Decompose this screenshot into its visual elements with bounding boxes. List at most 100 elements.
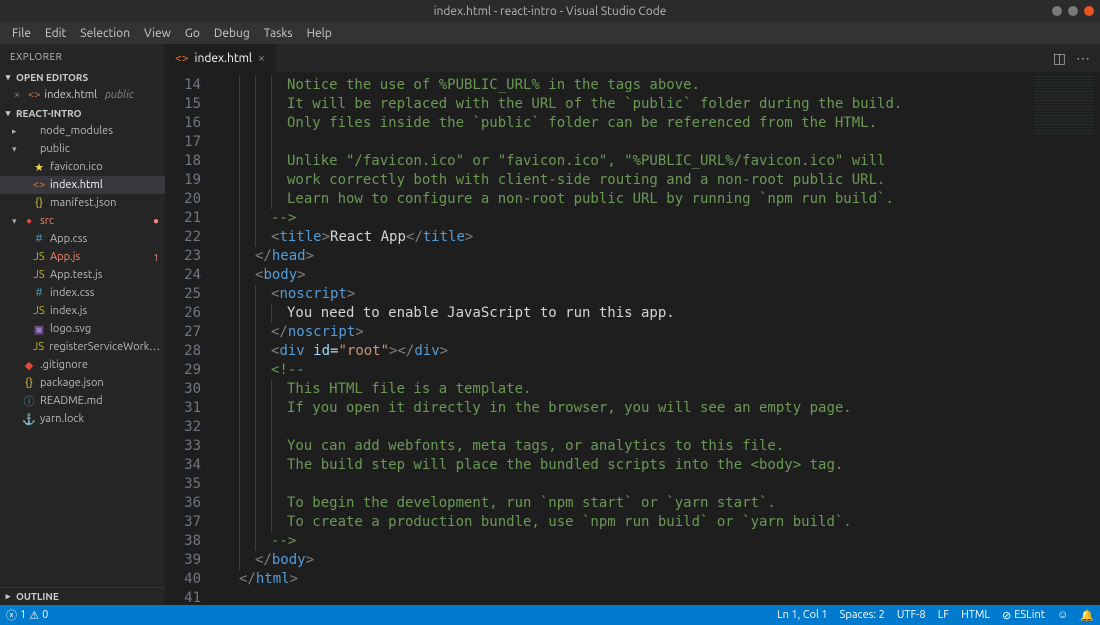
file-yarn-lock[interactable]: ⚓yarn.lock bbox=[0, 410, 165, 428]
chevron-right-icon: ▸ bbox=[4, 591, 12, 602]
tree-item-label: favicon.ico bbox=[50, 161, 103, 173]
ic-svg-icon: ▣ bbox=[32, 323, 46, 336]
explorer-sidebar: EXPLORER ▾ OPEN EDITORS × <> index.html … bbox=[0, 44, 165, 605]
window-minimize-icon[interactable] bbox=[1052, 6, 1062, 16]
chevron-right-icon: ▸ bbox=[12, 126, 22, 137]
outline-section[interactable]: ▸ OUTLINE bbox=[0, 587, 165, 605]
window-title: index.html - react-intro - Visual Studio… bbox=[434, 5, 667, 18]
file-index-js[interactable]: JS index.js bbox=[0, 302, 165, 320]
tree-item-label: logo.svg bbox=[50, 323, 91, 335]
tree-item-label: App.css bbox=[50, 233, 87, 245]
close-icon[interactable]: × bbox=[258, 52, 265, 65]
editor-group: <> index.html × ◫ ⋯ 14151617181920212223… bbox=[165, 44, 1100, 605]
file-registerserviceworker-js[interactable]: JSregisterServiceWorker.js bbox=[0, 338, 165, 356]
titlebar: index.html - react-intro - Visual Studio… bbox=[0, 0, 1100, 22]
tab-index-html[interactable]: <> index.html × bbox=[165, 44, 276, 72]
folder-node_modules[interactable]: ▸ node_modules bbox=[0, 122, 165, 140]
window-controls bbox=[1052, 6, 1094, 16]
tree-item-label: index.css bbox=[50, 287, 94, 299]
file-package-json[interactable]: {} package.json bbox=[0, 374, 165, 392]
ic-js-icon: JS bbox=[32, 269, 46, 281]
warning-icon: ⚠ bbox=[29, 609, 39, 622]
error-badge: 1 bbox=[153, 252, 159, 263]
close-icon[interactable]: × bbox=[14, 89, 24, 101]
file-tree: ▸ node_modules ▾ public ★ favicon.ico <> inde… bbox=[0, 122, 165, 587]
chevron-down-icon: ▾ bbox=[12, 144, 22, 155]
language-mode[interactable]: HTML bbox=[961, 609, 990, 621]
eslint-status[interactable]: ⊘ ESLint bbox=[1002, 609, 1045, 622]
minimap[interactable] bbox=[1030, 72, 1100, 605]
tree-item-label: node_modules bbox=[40, 125, 113, 137]
split-editor-icon[interactable]: ◫ bbox=[1053, 50, 1066, 67]
tree-item-label: App.js bbox=[50, 251, 80, 263]
file-favicon-ico[interactable]: ★ favicon.ico bbox=[0, 158, 165, 176]
project-section[interactable]: ▾ REACT-INTRO bbox=[0, 104, 165, 122]
menu-view[interactable]: View bbox=[138, 25, 177, 42]
notifications-icon[interactable]: 🔔 bbox=[1080, 609, 1094, 622]
cursor-position[interactable]: Ln 1, Col 1 bbox=[777, 609, 828, 621]
menu-go[interactable]: Go bbox=[179, 25, 206, 42]
indentation[interactable]: Spaces: 2 bbox=[840, 609, 885, 621]
open-editors-label: OPEN EDITORS bbox=[16, 72, 88, 83]
minimap-content bbox=[1034, 76, 1094, 136]
tree-item-label: README.md bbox=[40, 395, 103, 407]
line-number-gutter: 1415161718192021222324252627282930313233… bbox=[165, 72, 221, 605]
encoding[interactable]: UTF-8 bbox=[897, 609, 926, 621]
error-count: 1 bbox=[20, 609, 26, 621]
ic-js-icon: JS bbox=[32, 305, 46, 317]
tab-label: index.html bbox=[195, 52, 253, 65]
ic-css-icon: # bbox=[32, 233, 46, 245]
statusbar: ⓧ1 ⚠0 Ln 1, Col 1 Spaces: 2 UTF-8 LF HTM… bbox=[0, 605, 1100, 625]
menu-edit[interactable]: Edit bbox=[39, 25, 72, 42]
folder-src[interactable]: ▾●src● bbox=[0, 212, 165, 230]
file-readme-md[interactable]: ⓘREADME.md bbox=[0, 392, 165, 410]
html-file-icon: <> bbox=[175, 52, 189, 65]
menu-tasks[interactable]: Tasks bbox=[258, 25, 299, 42]
open-editor-item[interactable]: × <> index.html public bbox=[0, 86, 165, 104]
tree-item-label: .gitignore bbox=[40, 359, 88, 371]
open-editors-section[interactable]: ▾ OPEN EDITORS bbox=[0, 68, 165, 86]
ic-json-icon: {} bbox=[22, 377, 36, 389]
block-icon: ⊘ bbox=[1002, 609, 1011, 622]
window-maximize-icon[interactable] bbox=[1068, 6, 1078, 16]
menu-selection[interactable]: Selection bbox=[74, 25, 136, 42]
problems-button[interactable]: ⓧ1 ⚠0 bbox=[6, 607, 48, 623]
ic-src-icon: ● bbox=[22, 215, 36, 227]
window-close-icon[interactable] bbox=[1084, 6, 1094, 16]
explorer-title: EXPLORER bbox=[0, 44, 165, 68]
tree-item-label: public bbox=[40, 143, 70, 155]
eol[interactable]: LF bbox=[938, 609, 949, 621]
tree-item-label: src bbox=[40, 215, 54, 227]
tree-item-label: package.json bbox=[40, 377, 104, 389]
folder-public[interactable]: ▾ public bbox=[0, 140, 165, 158]
tree-item-label: index.js bbox=[50, 305, 87, 317]
file-logo-svg[interactable]: ▣ logo.svg bbox=[0, 320, 165, 338]
warning-count: 0 bbox=[42, 609, 48, 621]
tree-item-label: App.test.js bbox=[50, 269, 102, 281]
menu-help[interactable]: Help bbox=[301, 25, 338, 42]
feedback-icon[interactable]: ☺ bbox=[1057, 609, 1068, 621]
error-icon: ⓧ bbox=[6, 607, 17, 623]
file-app-js[interactable]: JS App.js 1 bbox=[0, 248, 165, 266]
ic-txt-icon: ⚓ bbox=[22, 413, 36, 426]
file-index-css[interactable]: #index.css bbox=[0, 284, 165, 302]
open-editor-path: public bbox=[105, 89, 134, 101]
file-manifest-json[interactable]: {}manifest.json bbox=[0, 194, 165, 212]
ic-json-icon: {} bbox=[32, 197, 46, 209]
code-editor[interactable]: 1415161718192021222324252627282930313233… bbox=[165, 72, 1100, 605]
ic-html-icon: <> bbox=[32, 179, 46, 191]
ic-js-icon: JS bbox=[32, 251, 46, 263]
more-actions-icon[interactable]: ⋯ bbox=[1076, 50, 1090, 67]
file-app-css[interactable]: # App.css bbox=[0, 230, 165, 248]
file-app-test-js[interactable]: JS App.test.js bbox=[0, 266, 165, 284]
ic-star-icon: ★ bbox=[32, 161, 46, 174]
code-content[interactable]: Notice the use of %PUBLIC_URL% in the ta… bbox=[221, 72, 1030, 605]
file--gitignore[interactable]: ◆.gitignore bbox=[0, 356, 165, 374]
menu-file[interactable]: File bbox=[6, 25, 37, 42]
open-editor-filename: index.html bbox=[44, 89, 97, 101]
menu-debug[interactable]: Debug bbox=[208, 25, 256, 42]
file-index-html[interactable]: <> index.html bbox=[0, 176, 165, 194]
outline-label: OUTLINE bbox=[16, 591, 59, 602]
chevron-down-icon: ▾ bbox=[4, 72, 12, 83]
tree-item-label: index.html bbox=[50, 179, 103, 191]
